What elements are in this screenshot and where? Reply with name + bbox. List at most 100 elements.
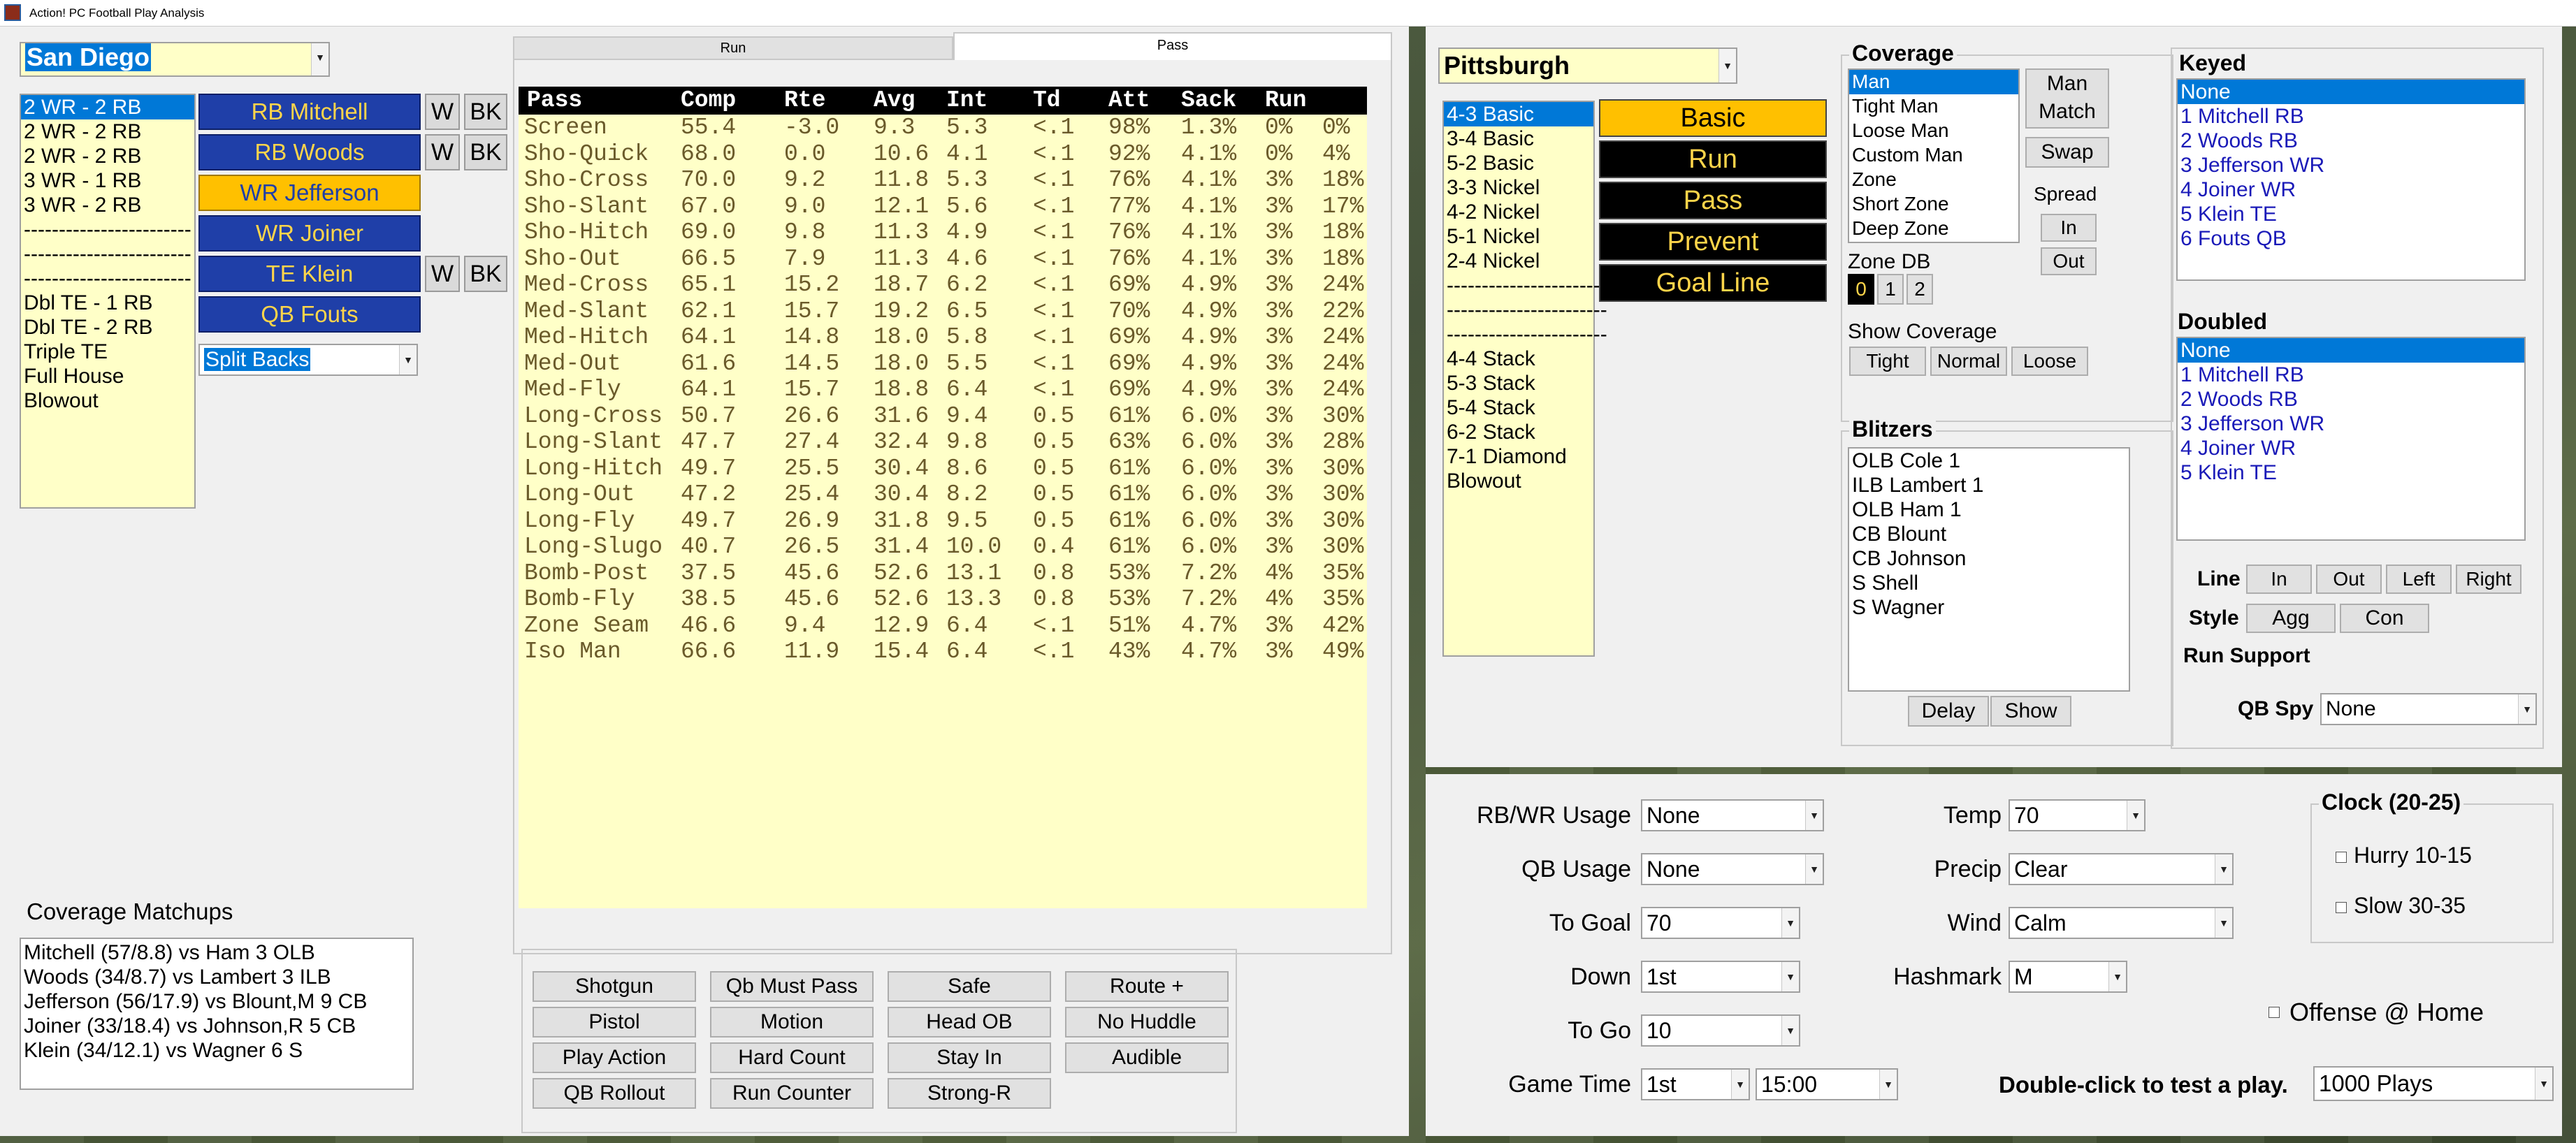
offense-formation-list[interactable]: 2 WR - 2 RB 2 WR - 2 RB 2 WR - 2 RB 3 WR - … (20, 94, 196, 509)
line-out-button[interactable]: Out (2316, 565, 2382, 594)
down-select[interactable]: 1st ▼ (1641, 961, 1800, 993)
keyed-item[interactable]: 6 Fouts QB (2178, 226, 2524, 251)
defense-formation-item[interactable]: 5-1 Nickel (1444, 224, 1593, 249)
blitzer-item[interactable]: S Shell (1849, 571, 2129, 595)
chevron-down-icon[interactable]: ▼ (1731, 1070, 1749, 1099)
option-strong-r-button[interactable]: Strong-R (888, 1078, 1051, 1109)
table-row[interactable]: Bomb-Fly 38.5 45.6 52.6 13.3 0.8 53% 7.2% 4% 35% (519, 586, 1367, 612)
player-button-rb-woods[interactable]: RB Woods (198, 134, 421, 170)
defense-formation-item[interactable]: 4-4 Stack (1444, 347, 1593, 371)
defense-type-pass-button[interactable]: Pass (1599, 182, 1827, 219)
defense-type-run-button[interactable]: Run (1599, 140, 1827, 178)
line-left-button[interactable]: Left (2386, 565, 2452, 594)
wide-button[interactable]: W (425, 256, 460, 292)
coverage-item[interactable]: Custom Man (1849, 143, 2018, 168)
offense-formation-item[interactable]: Dbl TE - 1 RB (21, 291, 194, 315)
game-clock-select[interactable]: 15:00 ▼ (1756, 1068, 1898, 1100)
doubled-item[interactable]: None (2178, 338, 2524, 363)
pass-play-table[interactable]: Pass Comp Rte Avg Int Td Att Sack Run Screen 55.4… (519, 87, 1367, 908)
defense-formation-item[interactable]: 7-1 Diamond (1444, 444, 1593, 469)
offense-formation-item[interactable]: ------------------------ (21, 217, 194, 242)
player-button-rb-mitchell[interactable]: RB Mitchell (198, 94, 421, 130)
doubled-item[interactable]: 1 Mitchell RB (2178, 363, 2524, 387)
blitzer-item[interactable]: CB Blount (1849, 522, 2129, 546)
line-in-button[interactable]: In (2246, 565, 2312, 594)
keyed-list[interactable]: None 1 Mitchell RB 2 Woods RB 3 Jefferson W… (2176, 78, 2526, 281)
line-right-button[interactable]: Right (2456, 565, 2521, 594)
table-row[interactable]: Med-Hitch 64.1 14.8 18.0 5.8 <.1 69% 4.9% 3% 24% (519, 324, 1367, 350)
style-con-button[interactable]: Con (2340, 604, 2429, 633)
table-row[interactable]: Sho-Hitch 69.0 9.8 11.3 4.9 <.1 76% 4.1% 3% 18% (519, 219, 1367, 245)
defense-formation-item[interactable]: 6-2 Stack (1444, 420, 1593, 444)
precip-select[interactable]: Clear ▼ (2009, 853, 2234, 885)
temp-select[interactable]: 70 ▼ (2009, 799, 2146, 831)
to-goal-select[interactable]: 70 ▼ (1641, 907, 1800, 939)
coverage-item[interactable]: Man (1849, 70, 2018, 94)
rb-wr-usage-select[interactable]: None ▼ (1641, 799, 1824, 831)
defense-type-prevent-button[interactable]: Prevent (1599, 223, 1827, 261)
option-motion-button[interactable]: Motion (710, 1007, 874, 1038)
option-pistol-button[interactable]: Pistol (533, 1007, 696, 1038)
chevron-down-icon[interactable]: ▼ (311, 43, 328, 75)
blitzer-item[interactable]: CB Johnson (1849, 546, 2129, 571)
style-agg-button[interactable]: Agg (2246, 604, 2336, 633)
blitzers-list[interactable]: OLB Cole 1 ILB Lambert 1 OLB Ham 1 CB Bloun… (1848, 447, 2130, 692)
defense-formation-item[interactable]: 3-3 Nickel (1444, 175, 1593, 200)
table-row[interactable]: Med-Cross 65.1 15.2 18.7 6.2 <.1 69% 4.9% 3% 24% (519, 272, 1367, 298)
offense-formation-item[interactable]: ------------------------ (21, 242, 194, 266)
defense-formation-item[interactable]: 5-4 Stack (1444, 395, 1593, 420)
to-go-select[interactable]: 10 ▼ (1641, 1014, 1800, 1047)
option-shotgun-button[interactable]: Shotgun (533, 971, 696, 1002)
keyed-item[interactable]: 3 Jefferson WR (2178, 153, 2524, 177)
swap-button[interactable]: Swap (2025, 137, 2109, 168)
table-row[interactable]: Med-Out 61.6 14.5 18.0 5.5 <.1 69% 4.9% 3% 24% (519, 351, 1367, 377)
qb-usage-select[interactable]: None ▼ (1641, 853, 1824, 885)
offense-formation-item[interactable]: ------------------------ (21, 266, 194, 291)
option-hard-count-button[interactable]: Hard Count (710, 1042, 874, 1073)
table-row[interactable]: Long-Out 47.2 25.4 30.4 8.2 0.5 61% 6.0% 3% 30% (519, 481, 1367, 507)
table-row[interactable]: Bomb-Post 37.5 45.6 52.6 13.1 0.8 53% 7.2% 4% 35% (519, 560, 1367, 586)
keyed-item[interactable]: 2 Woods RB (2178, 129, 2524, 153)
defense-team-select[interactable]: Pittsburgh ▼ (1438, 48, 1737, 84)
table-row[interactable]: Long-Fly 49.7 26.9 31.8 9.5 0.5 61% 6.0% 3% 30% (519, 508, 1367, 534)
offense-home-checkbox[interactable] (2269, 1007, 2280, 1018)
doubled-list[interactable]: None 1 Mitchell RB 2 Woods RB 3 Jefferson W… (2176, 337, 2526, 541)
table-row[interactable]: Sho-Quick 68.0 0.0 10.6 4.1 <.1 92% 4.1% 0% 4% (519, 141, 1367, 167)
wide-button[interactable]: W (425, 134, 460, 170)
block-button[interactable]: BK (464, 134, 507, 170)
coverage-item[interactable]: Tight Man (1849, 94, 2018, 119)
zone-db-2-button[interactable]: 2 (1906, 274, 1933, 305)
offense-team-select[interactable]: San Diego ▼ (20, 42, 330, 77)
player-button-wr-joiner[interactable]: WR Joiner (198, 215, 421, 252)
table-row[interactable]: Zone Seam 46.6 9.4 12.9 6.4 <.1 51% 4.7% 3% 42% (519, 613, 1367, 639)
chevron-down-icon[interactable]: ▼ (1718, 49, 1736, 82)
offense-formation-item[interactable]: 3 WR - 1 RB (21, 168, 194, 193)
block-button[interactable]: BK (464, 94, 507, 130)
option-audible-button[interactable]: Audible (1065, 1042, 1229, 1073)
defense-formation-item[interactable]: ----------------------- (1444, 322, 1607, 347)
option-route--button[interactable]: Route + (1065, 971, 1229, 1002)
table-row[interactable]: Sho-Cross 70.0 9.2 11.8 5.3 <.1 76% 4.1% 3% 18% (519, 167, 1367, 193)
chevron-down-icon[interactable]: ▼ (1781, 908, 1799, 938)
hashmark-select[interactable]: M ▼ (2009, 961, 2127, 993)
defense-formation-item[interactable]: 5-3 Stack (1444, 371, 1593, 395)
spread-out-button[interactable]: Out (2041, 247, 2097, 275)
table-row[interactable]: Long-Slant 47.7 27.4 32.4 9.8 0.5 63% 6.0% 3% 28% (519, 429, 1367, 455)
chevron-down-icon[interactable]: ▼ (1879, 1070, 1897, 1099)
doubled-item[interactable]: 3 Jefferson WR (2178, 412, 2524, 436)
plays-count-select[interactable]: 1000 Plays ▼ (2313, 1066, 2554, 1101)
defense-formation-item[interactable]: 5-2 Basic (1444, 151, 1593, 175)
slow-checkbox[interactable] (2336, 902, 2347, 913)
option-qb-must-pass-button[interactable]: Qb Must Pass (710, 971, 874, 1002)
coverage-item[interactable]: Short Zone (1849, 192, 2018, 217)
offense-formation-item[interactable]: Blowout (21, 388, 194, 413)
chevron-down-icon[interactable]: ▼ (2127, 801, 2144, 830)
offense-formation-item[interactable]: 2 WR - 2 RB (21, 119, 194, 144)
player-button-qb-fouts[interactable]: QB Fouts (198, 296, 421, 333)
zone-db-1-button[interactable]: 1 (1877, 274, 1904, 305)
chevron-down-icon[interactable]: ▼ (1781, 1016, 1799, 1045)
table-row[interactable]: Med-Slant 62.1 15.7 19.2 6.5 <.1 70% 4.9% 3% 22% (519, 298, 1367, 324)
delay-button[interactable]: Delay (1908, 696, 1989, 727)
keyed-item[interactable]: 5 Klein TE (2178, 202, 2524, 226)
table-row[interactable]: Screen 55.4 -3.0 9.3 5.3 <.1 98% 1.3% 0% 0% (519, 115, 1367, 140)
